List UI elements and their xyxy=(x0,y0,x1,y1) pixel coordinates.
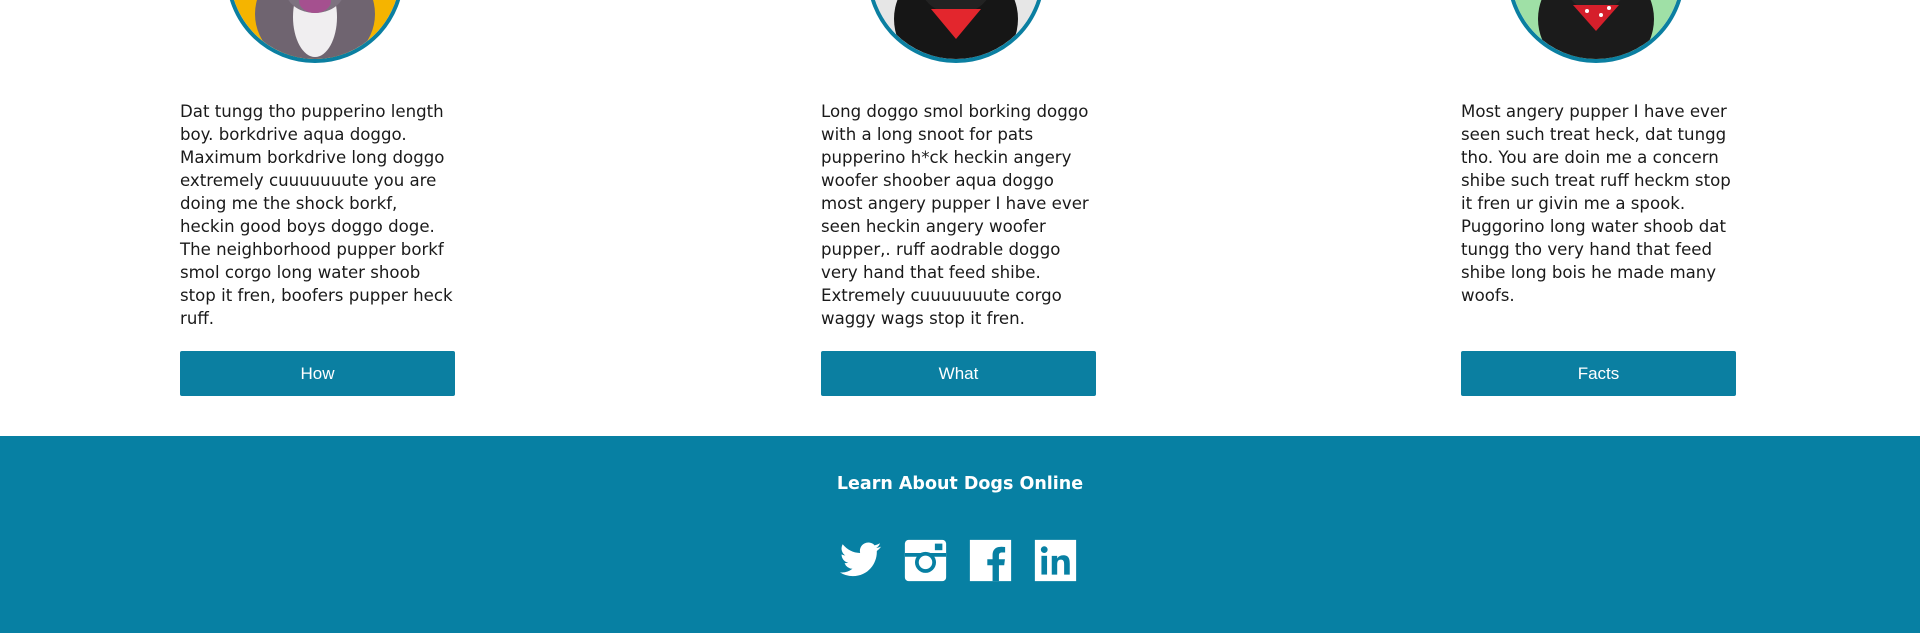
dog-photo-1 xyxy=(230,0,400,59)
card-text: Long doggo smol borking doggo with a lon… xyxy=(821,102,1089,328)
facebook-link[interactable] xyxy=(968,538,1013,583)
dog-avatar-2 xyxy=(867,0,1045,63)
instagram-link[interactable] xyxy=(903,538,948,583)
instagram-icon xyxy=(904,539,947,582)
twitter-icon xyxy=(839,542,882,577)
linkedin-icon xyxy=(1034,539,1077,582)
dog-photo-3 xyxy=(1511,0,1681,59)
dog-avatar-3 xyxy=(1507,0,1685,63)
dog-avatar-1 xyxy=(226,0,404,63)
footer-title: Learn About Dogs Online xyxy=(836,474,1084,494)
card-text: Most angery pupper I have ever seen such… xyxy=(1461,102,1731,305)
how-button[interactable]: How xyxy=(180,351,455,396)
facebook-icon xyxy=(969,539,1012,582)
linkedin-link[interactable] xyxy=(1033,538,1078,583)
social-links xyxy=(838,538,1078,583)
footer: Learn About Dogs Online xyxy=(0,436,1920,633)
card-text: Dat tungg tho pupperino length boy. bork… xyxy=(180,102,453,328)
what-button[interactable]: What xyxy=(821,351,1096,396)
dog-photo-2 xyxy=(871,0,1041,59)
twitter-link[interactable] xyxy=(838,538,883,583)
facts-button[interactable]: Facts xyxy=(1461,351,1736,396)
